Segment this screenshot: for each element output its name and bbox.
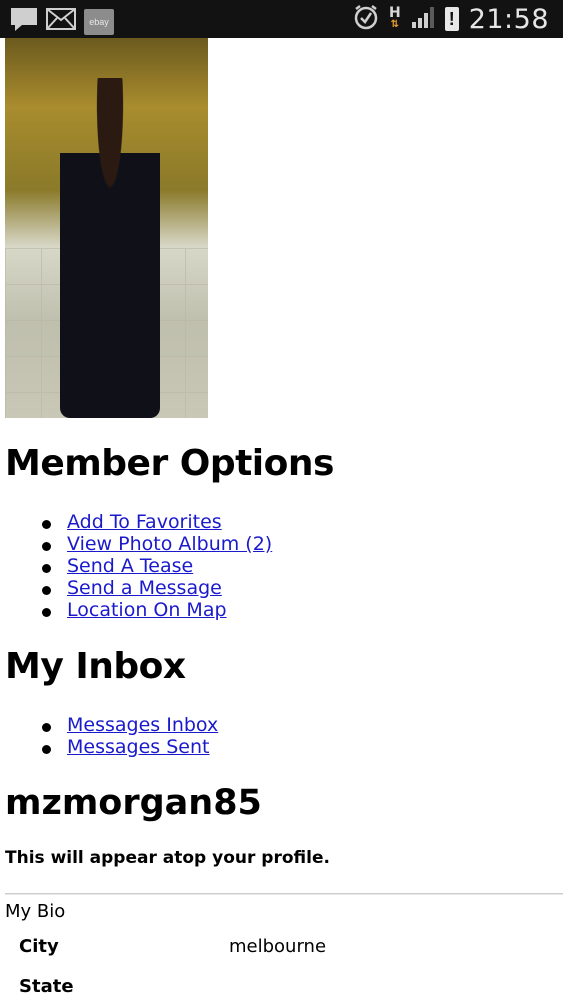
send-message-link[interactable]: Send a Message: [67, 577, 222, 599]
photo-person-silhouette: [60, 78, 160, 418]
warning-icon: !: [444, 7, 459, 31]
messages-inbox-link[interactable]: Messages Inbox: [67, 714, 218, 736]
my-inbox-heading: My Inbox: [5, 646, 186, 687]
profile-note: This will appear atop your profile.: [5, 848, 330, 868]
divider: [5, 893, 563, 894]
inbox-list: Messages Inbox Messages Sent: [0, 714, 218, 758]
add-to-favorites-link[interactable]: Add To Favorites: [67, 511, 222, 533]
view-photo-album-link[interactable]: View Photo Album (2): [67, 533, 272, 555]
bio-title: My Bio: [5, 901, 66, 922]
mail-icon: [46, 8, 76, 35]
list-item: Add To Favorites: [0, 511, 272, 533]
list-item: View Photo Album (2): [0, 533, 272, 555]
profile-photo[interactable]: [5, 38, 208, 418]
status-time: 21:58: [468, 3, 549, 35]
ebay-app-icon: ebay: [84, 8, 114, 35]
data-arrows-icon: H ⇅: [388, 5, 401, 30]
chat-icon: [10, 6, 38, 37]
status-bar: ebay H ⇅ ! 21:58: [0, 0, 563, 38]
location-on-map-link[interactable]: Location On Map: [67, 599, 227, 621]
list-item: Send A Tease: [0, 555, 272, 577]
city-value: melbourne: [229, 936, 327, 957]
list-item: Send a Message: [0, 577, 272, 599]
member-options-list: Add To Favorites View Photo Album (2) Se…: [0, 511, 272, 621]
profile-username: mzmorgan85: [5, 783, 262, 823]
list-item: Messages Sent: [0, 736, 218, 758]
signal-icon: [411, 6, 435, 33]
messages-sent-link[interactable]: Messages Sent: [67, 736, 209, 758]
state-label: State: [19, 976, 74, 997]
member-options-heading: Member Options: [5, 443, 334, 484]
list-item: Location On Map: [0, 599, 272, 621]
list-item: Messages Inbox: [0, 714, 218, 736]
alarm-icon: [353, 4, 379, 35]
send-tease-link[interactable]: Send A Tease: [67, 555, 193, 577]
city-label: City: [19, 936, 59, 957]
